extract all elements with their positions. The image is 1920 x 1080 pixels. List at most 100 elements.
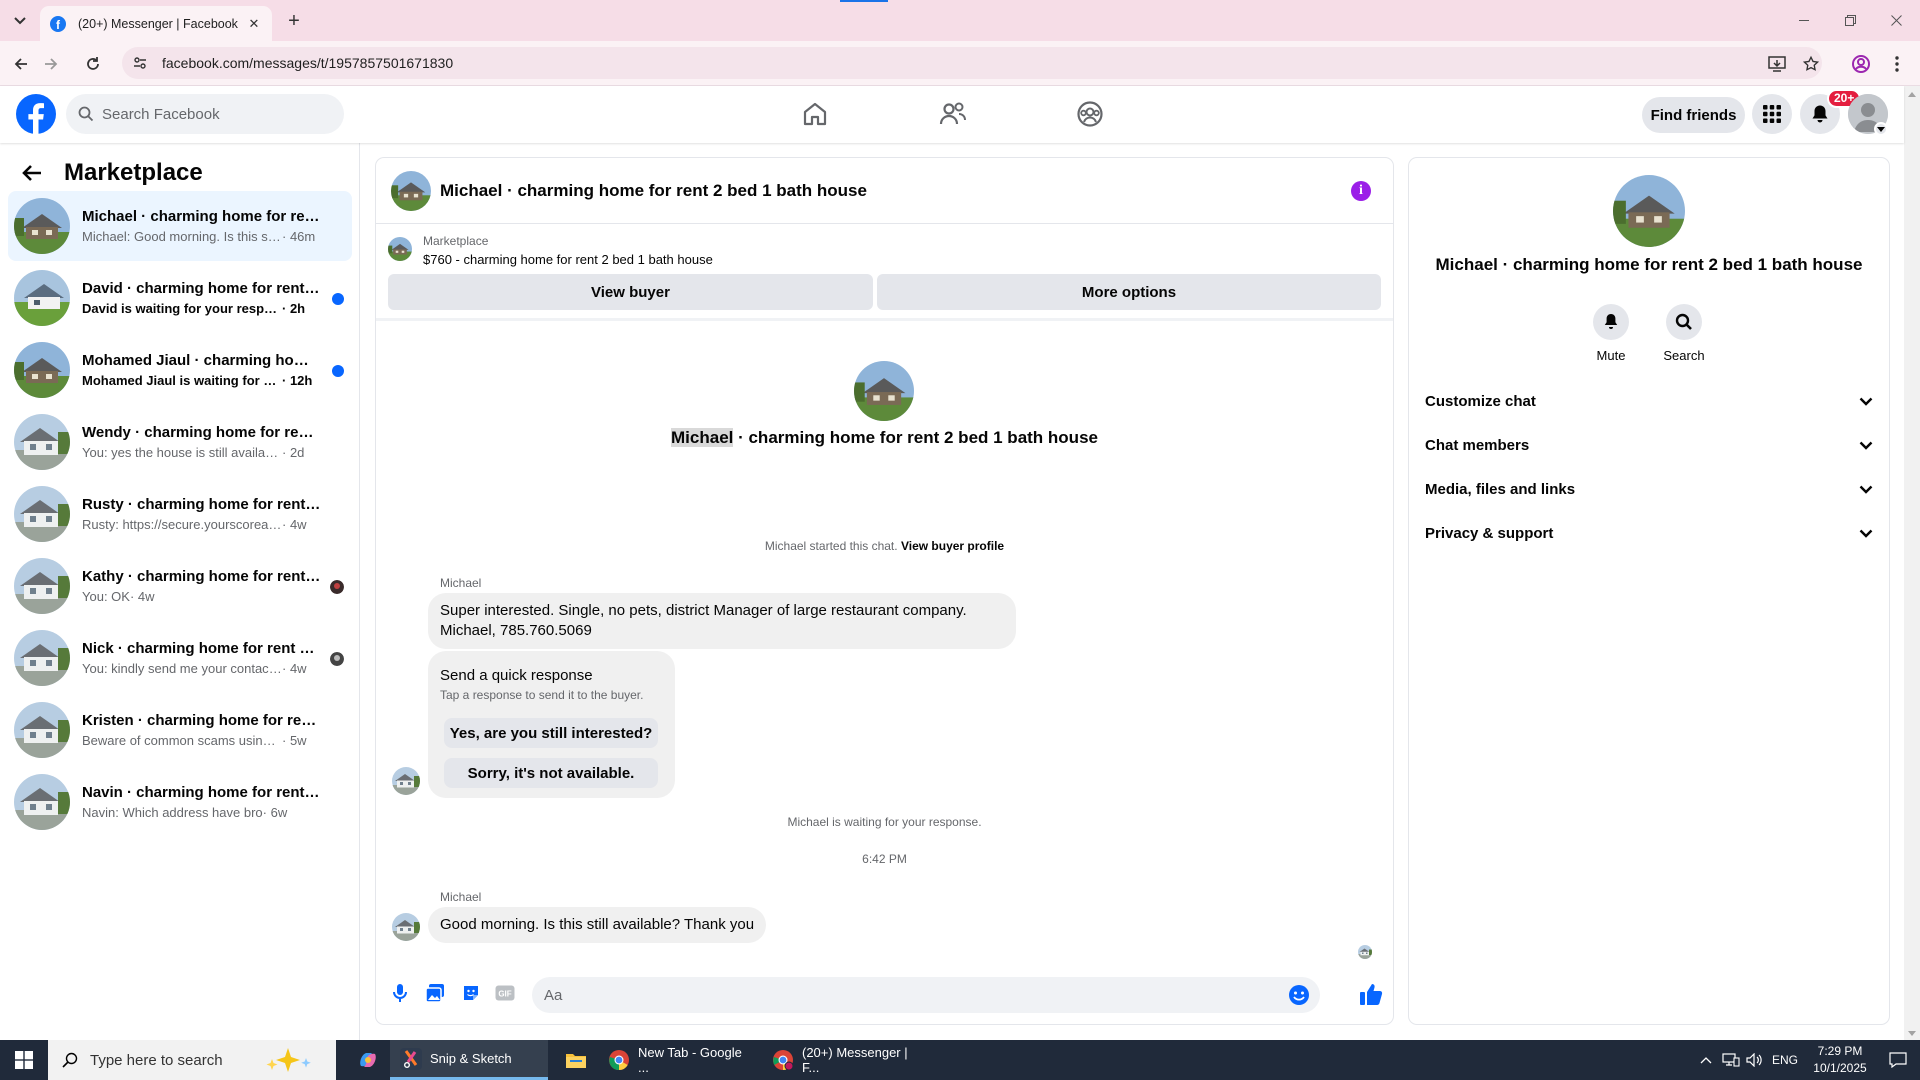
conversation-time: · 2d [282, 445, 305, 460]
quick-reply-button[interactable]: Yes, are you still interested? [444, 718, 658, 748]
listing-thumbnail[interactable] [388, 237, 412, 261]
reload-icon[interactable] [80, 51, 106, 77]
page-scrollbar[interactable] [1904, 86, 1920, 1040]
kebab-menu-icon[interactable] [1884, 51, 1910, 77]
conversation-item[interactable]: Kathy · charming home for rent 2 bed 1 b… [8, 551, 352, 621]
conversation-name: Rusty · charming home for rent 2 bed 1 b… [82, 496, 322, 513]
listing-title[interactable]: $760 - charming home for rent 2 bed 1 ba… [423, 252, 713, 267]
conversation-item[interactable]: Michael · charming home for rent 2 bed 1… [8, 191, 352, 261]
media-files-links-section[interactable]: Media, files and links [1425, 469, 1873, 509]
chevron-up-icon[interactable] [1696, 1040, 1716, 1080]
file-explorer-icon[interactable] [556, 1040, 596, 1080]
copilot-app-icon[interactable] [348, 1040, 388, 1080]
minimize-icon[interactable] [1784, 8, 1824, 32]
conversation-item[interactable]: Navin · charming home for rent 2 bed 1 b… [8, 767, 352, 837]
clock-date: 10/1/2025 [1813, 1061, 1867, 1075]
site-info-icon[interactable] [132, 55, 148, 71]
windows-start-icon[interactable] [0, 1040, 48, 1080]
taskbar-app-chrome-newtab[interactable]: New Tab - Google ... [598, 1040, 756, 1080]
conversation-snippet: David is waiting for your response. [82, 301, 282, 316]
customize-chat-section[interactable]: Customize chat [1425, 381, 1873, 421]
quick-response-title: Send a quick response [440, 667, 593, 684]
search-icon [78, 106, 94, 122]
home-icon[interactable] [799, 98, 831, 130]
privacy-support-section[interactable]: Privacy & support [1425, 513, 1873, 553]
scroll-down-arrow-icon[interactable] [1908, 1031, 1916, 1036]
url-text[interactable]: facebook.com/messages/t/1957857501671830 [162, 55, 453, 71]
chat-title[interactable]: Michael · charming home for rent 2 bed 1… [440, 181, 867, 201]
chevron-down-icon[interactable] [1874, 122, 1888, 136]
avatar [14, 198, 70, 254]
groups-icon[interactable] [1074, 98, 1106, 130]
thumbs-up-icon[interactable] [1358, 981, 1384, 1007]
find-friends-button[interactable]: Find friends [1642, 97, 1745, 133]
quick-reply-button[interactable]: Sorry, it's not available. [444, 758, 658, 788]
volume-icon[interactable] [1744, 1040, 1766, 1080]
conversation-item[interactable]: Nick · charming home for rent 2 bed 1 ba… [8, 623, 352, 693]
gif-icon[interactable]: GIF [494, 982, 516, 1004]
avatar[interactable] [392, 767, 420, 795]
avatar[interactable] [392, 913, 420, 941]
taskbar-search-input[interactable] [90, 1051, 260, 1069]
facebook-logo-icon[interactable] [16, 94, 56, 134]
language-indicator[interactable]: ENG [1770, 1040, 1800, 1080]
profile-icon[interactable] [1848, 51, 1874, 77]
bell-icon [1593, 304, 1629, 340]
sparkle-icon [260, 1045, 316, 1075]
chat-intro-title: Michael · charming home for rent 2 bed 1… [376, 428, 1393, 448]
avatar [14, 630, 70, 686]
menu-grid-icon[interactable] [1752, 94, 1792, 134]
taskbar-app-snip-sketch[interactable]: Snip & Sketch [390, 1040, 548, 1080]
friends-icon[interactable] [937, 98, 969, 130]
install-app-icon[interactable] [1764, 51, 1790, 77]
address-bar[interactable]: facebook.com/messages/t/1957857501671830 [122, 47, 1822, 79]
conversation-item[interactable]: Rusty · charming home for rent 2 bed 1 b… [8, 479, 352, 549]
info-icon[interactable]: i [1351, 181, 1371, 201]
chat-header: Michael · charming home for rent 2 bed 1… [376, 158, 1393, 224]
avatar [14, 342, 70, 398]
taskbar-app-label: New Tab - Google ... [638, 1045, 742, 1075]
forward-icon[interactable] [38, 51, 64, 77]
facebook-search[interactable] [66, 94, 344, 134]
view-buyer-button[interactable]: View buyer [388, 274, 873, 310]
view-buyer-profile-link[interactable]: View buyer profile [901, 539, 1004, 553]
chat-intro-rest: · charming home for rent 2 bed 1 bath ho… [733, 428, 1098, 447]
conversation-item[interactable]: Wendy · charming home for rent 2 bed 1 b… [8, 407, 352, 477]
taskbar-search[interactable] [48, 1040, 336, 1080]
back-arrow-icon[interactable] [16, 157, 48, 189]
network-icon[interactable] [1720, 1040, 1742, 1080]
emoji-icon[interactable] [1288, 984, 1310, 1006]
conversation-item[interactable]: Kristen · charming home for rent 2 bed 1… [8, 695, 352, 765]
close-icon[interactable]: ✕ [246, 16, 262, 32]
more-options-button[interactable]: More options [877, 274, 1381, 310]
avatar[interactable] [391, 171, 431, 211]
taskbar-app-chrome-messenger[interactable]: (20+) Messenger | F... [762, 1040, 920, 1080]
conversation-item[interactable]: Mohamed Jiaul · charming home for rent 2… [8, 335, 352, 405]
search-button[interactable]: Search [1654, 304, 1714, 363]
star-icon[interactable] [1798, 51, 1824, 77]
tab-list-icon[interactable] [9, 10, 31, 32]
microphone-icon[interactable] [389, 982, 411, 1004]
conversation-item[interactable]: David · charming home for rent 2 bed 1 b… [8, 263, 352, 333]
restore-icon[interactable] [1830, 8, 1870, 32]
window-close-icon[interactable] [1876, 8, 1916, 32]
mute-button[interactable]: Mute [1581, 304, 1641, 363]
browser-tab[interactable]: f (20+) Messenger | Facebook ✕ [40, 6, 272, 41]
scroll-up-arrow-icon[interactable] [1908, 92, 1916, 97]
conversation-snippet: You: yes the house is still available fo… [82, 445, 282, 460]
conversation-snippet: Navin: Which address have bro [82, 805, 263, 820]
conversation-time: · 2h [282, 301, 306, 316]
notification-center-icon[interactable] [1880, 1040, 1916, 1080]
taskbar-clock[interactable]: 7:29 PM 10/1/2025 [1800, 1043, 1880, 1077]
conversation-time: · 6w [262, 805, 288, 820]
back-icon[interactable] [8, 51, 34, 77]
plus-icon[interactable]: + [282, 9, 306, 33]
message-input-field[interactable] [532, 977, 1320, 1013]
search-input[interactable] [102, 105, 322, 123]
chat-members-section[interactable]: Chat members [1425, 425, 1873, 465]
started-text: Michael started this chat. [764, 539, 898, 553]
avatar[interactable] [1613, 175, 1685, 247]
message-input[interactable] [544, 986, 1244, 1004]
photo-icon[interactable] [424, 982, 446, 1004]
sticker-icon[interactable] [460, 982, 482, 1004]
